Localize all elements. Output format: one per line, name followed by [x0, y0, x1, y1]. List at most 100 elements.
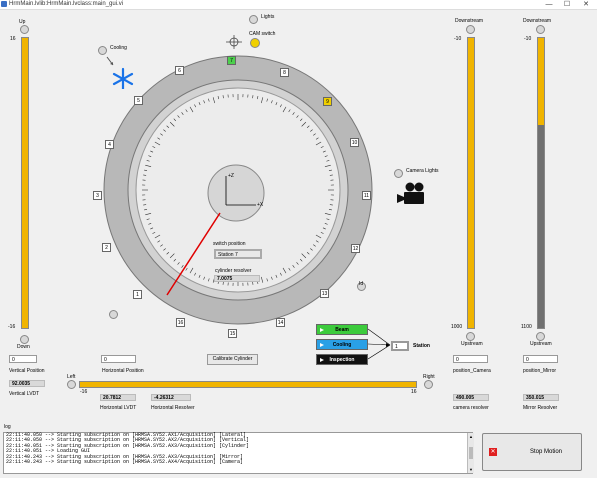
station-label: Station — [413, 343, 430, 349]
stop-motion-label: Stop Motion — [529, 449, 563, 455]
window-title: HrmMain.lvlib:HrmMain.lvclass:main_gui.v… — [9, 1, 124, 7]
station-3[interactable]: 3 — [93, 191, 102, 200]
vertical-down-knob[interactable] — [20, 335, 29, 344]
station-5[interactable]: 5 — [134, 96, 143, 105]
log-label: log — [4, 424, 11, 430]
switch-position-label: switch position — [213, 241, 246, 247]
station-8[interactable]: 8 — [280, 68, 289, 77]
mirror-scale-top: -10 — [524, 36, 532, 42]
scroll-up-icon[interactable]: ▲ — [469, 434, 473, 439]
camera-lights-label: Camera Lights — [406, 168, 439, 174]
axis-circle — [207, 164, 265, 222]
calibrate-cylinder-button[interactable]: Calibrate Cylinder — [207, 354, 258, 365]
station-2[interactable]: 2 — [102, 243, 111, 252]
mirror-slider[interactable] — [537, 37, 545, 329]
horizontal-scale-min: -16 — [80, 389, 88, 395]
camera-slider-fill — [468, 38, 474, 328]
horizontal-resolver-label: Horizontal Resolver — [151, 405, 195, 411]
mirror-resolver-label: Mirror Resolver — [523, 405, 558, 411]
station-12[interactable]: 12 — [351, 244, 360, 253]
horizontal-scale-max: 16 — [411, 389, 417, 395]
cooling-toggle[interactable] — [98, 46, 107, 55]
camera-downstream-label: Downstream — [455, 18, 484, 24]
vertical-slider[interactable] — [21, 37, 29, 329]
selector-connector — [368, 328, 391, 360]
camera-upstream-knob[interactable] — [466, 332, 475, 341]
horizontal-right-knob[interactable] — [424, 380, 433, 389]
horizontal-resolver-value: -4.26312 — [151, 394, 191, 401]
station-9[interactable]: 9 — [323, 97, 332, 106]
camera-scale-bottom: 1000 — [451, 324, 463, 330]
cylinder-resolver-label: cylinder resolver — [215, 268, 252, 274]
close-button[interactable]: ✕ — [577, 0, 595, 9]
log-line: 22:11:40.243 --> Starting subscription o… — [6, 459, 244, 466]
mirror-position-input[interactable]: 0 — [523, 355, 558, 363]
ring-knob-left[interactable] — [109, 310, 118, 319]
station-number-input[interactable]: 1 — [391, 341, 409, 351]
station-6[interactable]: 6 — [175, 66, 184, 75]
lights-toggle[interactable] — [249, 15, 258, 24]
vertical-slider-fill — [22, 38, 28, 328]
mirror-resolver-value: 350.015 — [523, 394, 559, 401]
scroll-down-icon[interactable]: ▼ — [469, 467, 473, 472]
mirror-downstream-label: Downstream — [523, 18, 552, 24]
vertical-up-knob[interactable] — [20, 25, 29, 34]
down-label: Down — [17, 344, 30, 350]
video-camera-icon — [397, 182, 424, 204]
log-textarea[interactable]: 22:11:40.050 --> Starting subscription o… — [3, 432, 473, 474]
vertical-lvdt-label: Vertical LVDT — [9, 391, 40, 397]
station-4[interactable]: 4 — [105, 140, 114, 149]
mirror-upstream-label: Upstream — [530, 341, 552, 347]
station-16[interactable]: 16 — [176, 318, 185, 327]
horizontal-left-knob[interactable] — [67, 380, 76, 389]
beam-button[interactable]: Beam — [316, 324, 368, 335]
mirror-slider-fill — [538, 38, 544, 125]
station-11[interactable]: 11 — [362, 191, 371, 200]
camera-lights-toggle[interactable] — [394, 169, 403, 178]
stop-motion-button[interactable]: ✕ Stop Motion — [482, 433, 582, 471]
camera-slider[interactable] — [467, 37, 475, 329]
station-13[interactable]: 13 — [320, 289, 329, 298]
cylinder-resolver-value: 7.0075 — [214, 275, 260, 282]
vertical-scale-bottom: -16 — [8, 324, 16, 330]
switch-position-select[interactable]: Station 7 — [214, 249, 262, 259]
maximize-button[interactable]: ☐ — [558, 0, 576, 9]
cooling-label: Cooling — [110, 45, 127, 51]
mirror-scale-bottom: 1100 — [521, 324, 532, 330]
crosshair-icon — [226, 35, 242, 49]
horizontal-position-label: Horizontal Position — [102, 368, 144, 374]
minimize-button[interactable]: — — [540, 0, 558, 9]
scroll-thumb[interactable] — [469, 447, 473, 459]
inspection-button[interactable]: Inspection — [316, 354, 368, 365]
mirror-upstream-knob[interactable] — [536, 332, 545, 341]
vertical-position-input[interactable]: 0 — [9, 355, 37, 363]
horizontal-lvdt-value: 20.7812 — [100, 394, 136, 401]
z-axis-label: +Z — [228, 173, 234, 179]
camera-upstream-label: Upstream — [461, 341, 483, 347]
cooling-button[interactable]: Cooling — [316, 339, 368, 350]
station-1[interactable]: 1 — [133, 290, 142, 299]
camera-resolver-value: 490.005 — [453, 394, 489, 401]
vertical-lvdt-value: 92.0035 — [9, 380, 45, 387]
id-label: Id — [359, 281, 364, 287]
cam-switch-label: CAM switch — [249, 31, 276, 37]
vertical-position-label: Vertical Position — [9, 368, 45, 374]
camera-downstream-knob[interactable] — [466, 25, 475, 34]
station-15[interactable]: 15 — [228, 329, 237, 338]
cam-switch-indicator[interactable] — [250, 38, 260, 48]
camera-position-label: position_Camera — [453, 368, 491, 374]
app-icon — [1, 1, 7, 7]
horizontal-position-input[interactable]: 0 — [101, 355, 136, 363]
camera-position-input[interactable]: 0 — [453, 355, 488, 363]
stop-icon: ✕ — [489, 448, 497, 456]
station-14[interactable]: 14 — [276, 318, 285, 327]
station-7[interactable]: 7 — [227, 56, 236, 65]
x-axis-label: +X — [257, 202, 264, 208]
mirror-downstream-knob[interactable] — [536, 25, 545, 34]
title-bar: HrmMain.lvlib:HrmMain.lvclass:main_gui.v… — [0, 0, 597, 10]
horizontal-slider[interactable] — [79, 381, 417, 388]
log-scrollbar[interactable]: ▲ ▼ — [467, 433, 474, 473]
camera-scale-top: -10 — [454, 36, 462, 42]
mirror-position-label: position_Mirror — [523, 368, 557, 374]
station-10[interactable]: 10 — [350, 138, 359, 147]
